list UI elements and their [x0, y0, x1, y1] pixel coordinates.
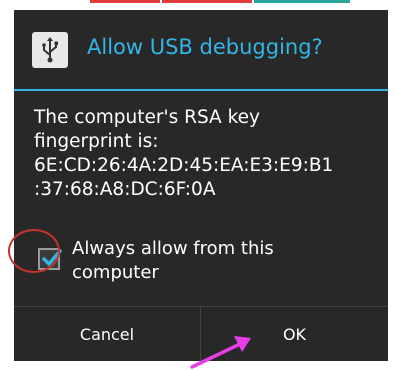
usb-icon — [32, 32, 68, 68]
annotation-arrow-icon — [190, 336, 251, 369]
dialog-title: Allow USB debugging? — [87, 35, 323, 59]
cancel-button[interactable]: Cancel — [14, 307, 200, 361]
top-strip-segment-teal — [254, 0, 350, 3]
top-strip-segment-red-1 — [90, 0, 160, 3]
message-line: The computer's RSA key — [34, 107, 260, 128]
dialog-message: The computer's RSA key fingerprint is: 6… — [34, 106, 378, 202]
title-divider — [14, 89, 388, 91]
always-allow-checkbox-row[interactable]: Always allow from this computer — [28, 234, 368, 290]
fingerprint-line: 6E:CD:26:4A:2D:45:EA:E3:E9:B1 — [34, 155, 334, 176]
always-allow-label: Always allow from this computer — [72, 238, 274, 283]
top-strip-segment-red-2 — [162, 0, 252, 3]
screenshot-stage: Allow USB debugging? The computer's RSA … — [0, 0, 396, 371]
top-color-strip — [0, 0, 396, 6]
dialog-header: Allow USB debugging? — [14, 10, 388, 90]
usb-debugging-dialog: Allow USB debugging? The computer's RSA … — [14, 10, 388, 361]
fingerprint-line: :37:68:A8:DC:6F:0A — [34, 179, 216, 200]
message-line: fingerprint is: — [34, 131, 159, 152]
annotation-red-circle — [8, 229, 60, 273]
